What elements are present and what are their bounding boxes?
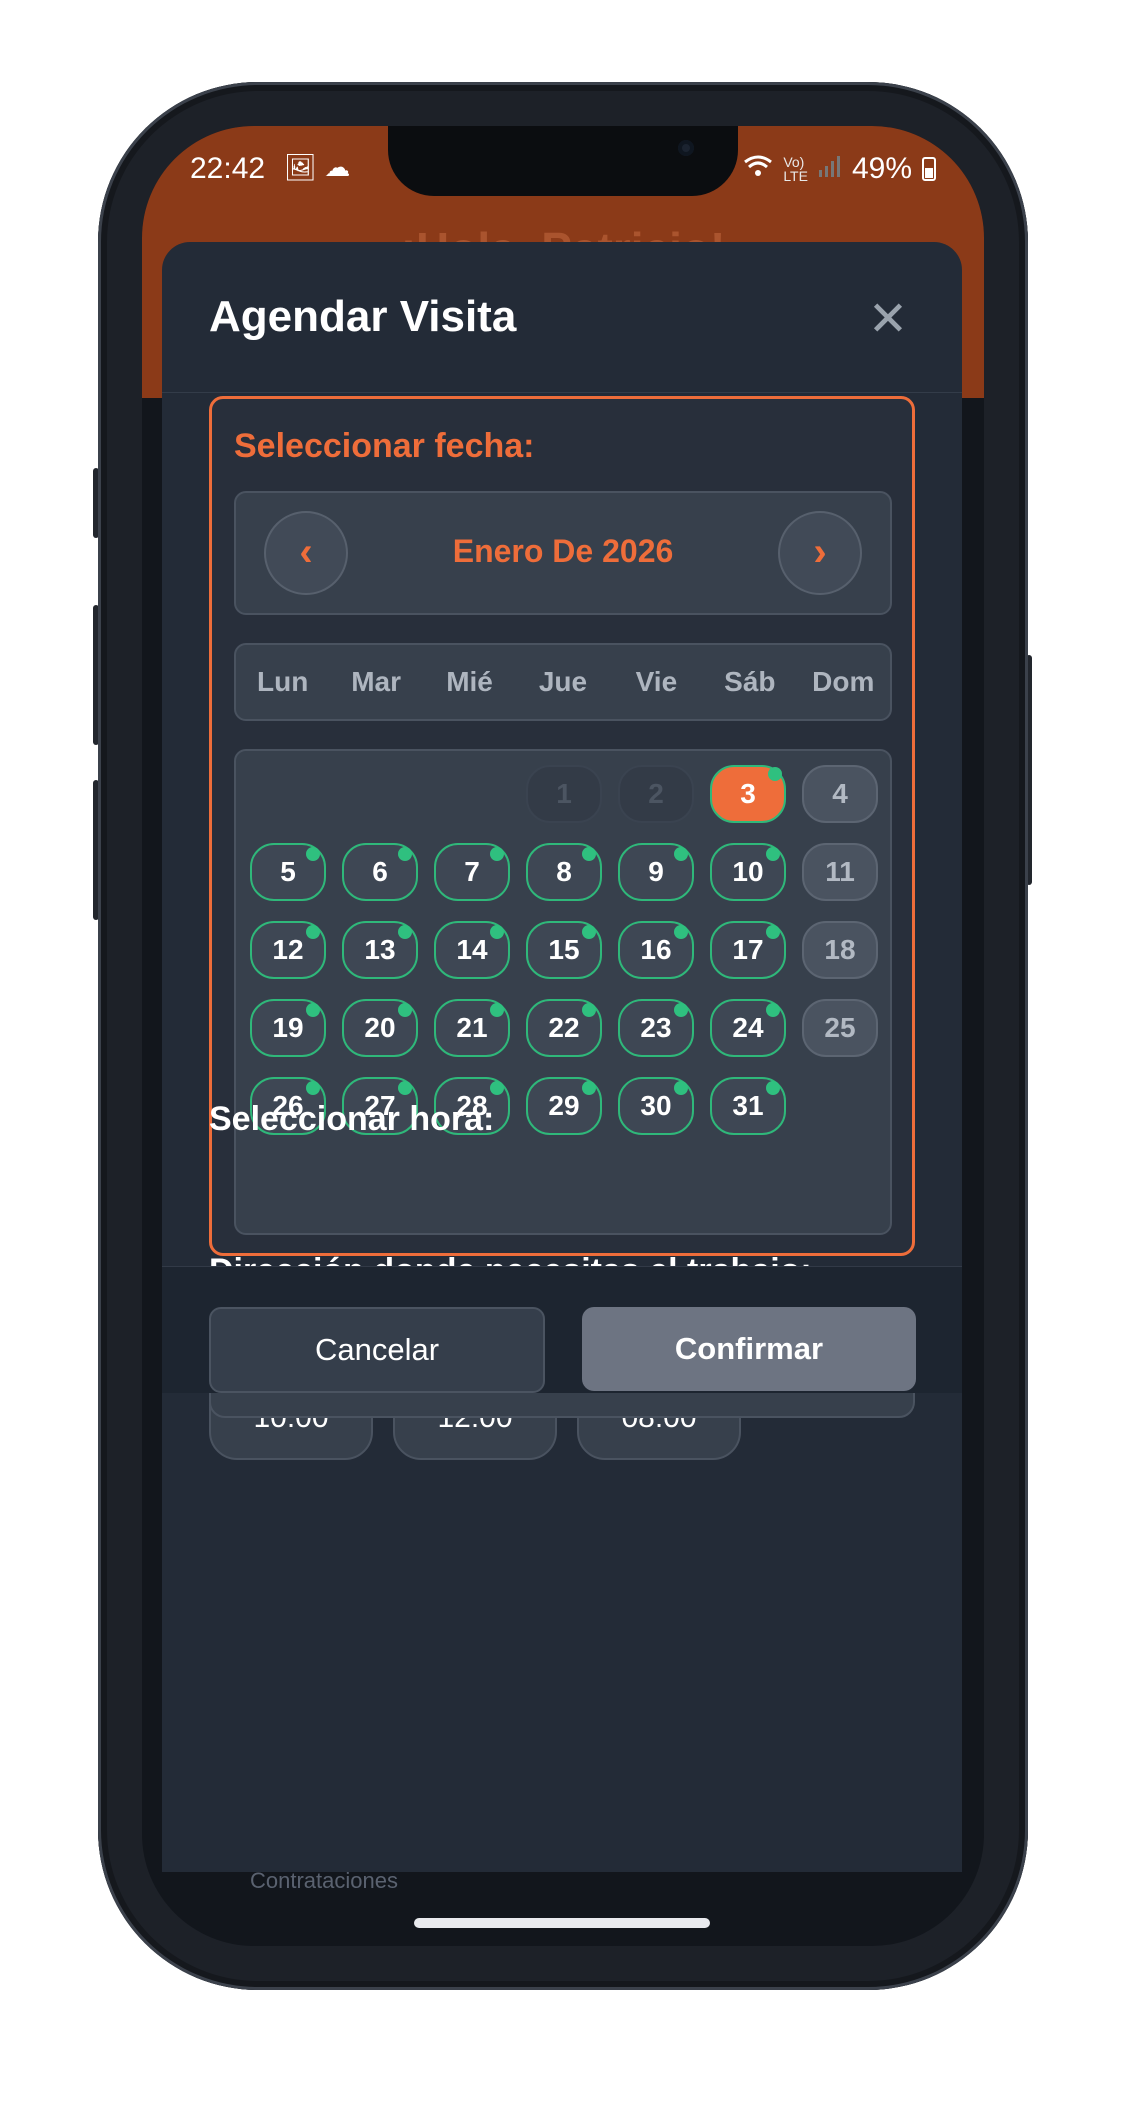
calendar-day-available[interactable]: 8 xyxy=(526,843,602,901)
calendar-day-available[interactable]: 7 xyxy=(434,843,510,901)
calendar-day-available[interactable]: 16 xyxy=(618,921,694,979)
battery-percent: 49% xyxy=(851,152,912,185)
calendar-day-available[interactable]: 13 xyxy=(342,921,418,979)
calendar-day-past: 1 xyxy=(526,765,602,823)
calendar-day-available[interactable]: 23 xyxy=(618,999,694,1057)
cancel-button[interactable]: Cancelar xyxy=(209,1307,545,1393)
volte-indicator: Vo) LTE xyxy=(783,154,808,184)
calendar-day-unavailable: 18 xyxy=(802,921,878,979)
calendar-day-available[interactable]: 20 xyxy=(342,999,418,1057)
calendar-day-unavailable: 11 xyxy=(802,843,878,901)
home-indicator xyxy=(414,1918,710,1928)
close-icon[interactable]: ✕ xyxy=(862,294,914,346)
weekday-label: Mar xyxy=(351,666,402,697)
schedule-visit-modal: Agendar Visita ✕ Seleccionar fecha: ‹ En… xyxy=(162,242,962,1872)
date-section-label: Seleccionar fecha: xyxy=(234,427,535,465)
wifi-icon xyxy=(743,152,773,186)
calendar-day-available[interactable]: 10 xyxy=(710,843,786,901)
calendar-day-available[interactable]: 30 xyxy=(618,1077,694,1135)
modal-title: Agendar Visita xyxy=(209,292,517,341)
weekday-label: Lun xyxy=(257,666,309,697)
calendar-day-available[interactable]: 21 xyxy=(434,999,510,1057)
calendar-day-available[interactable]: 24 xyxy=(710,999,786,1057)
calendar-day-available[interactable]: 6 xyxy=(342,843,418,901)
calendar-day-available[interactable]: 9 xyxy=(618,843,694,901)
day-grid: 1 2 3 4 5 6 7 8 9 10 11 12 13 14 15 16 17 18 19 20 21 22 23 24 2… xyxy=(250,765,880,1135)
weekday-label: Jue xyxy=(538,666,588,697)
front-camera xyxy=(678,140,694,156)
calendar-day-available[interactable]: 5 xyxy=(250,843,326,901)
phone-screen: ¡Hola, Patricio! Contrataciones 22:42 🖼 … xyxy=(142,126,984,1946)
calendar-day-available[interactable]: 22 xyxy=(526,999,602,1057)
calendar-day-available[interactable]: 31 xyxy=(710,1077,786,1135)
status-time: 22:42 xyxy=(190,152,266,185)
notification-icons: 🖼 ☁ xyxy=(284,152,351,182)
status-right-group: Vo) LTE 49% xyxy=(743,152,936,186)
calendar-day-available[interactable]: 15 xyxy=(526,921,602,979)
weekday-label: Sáb xyxy=(724,666,776,697)
calendar-day-selected[interactable]: 3 xyxy=(710,765,786,823)
calendar-day-available[interactable]: 14 xyxy=(434,921,510,979)
calendar-day-available[interactable]: 12 xyxy=(250,921,326,979)
calendar-empty-cell xyxy=(342,765,418,823)
signal-icon xyxy=(818,152,842,186)
modal-footer: Cancelar Confirmar xyxy=(162,1266,962,1393)
weekday-label: Mié xyxy=(446,666,493,697)
weekday-header: Lun Mar Mié Jue Vie Sáb Dom xyxy=(234,643,892,721)
calendar-grid: 1 2 3 4 5 6 7 8 9 10 11 12 13 14 15 16 17 18 19 20 21 22 23 24 2… xyxy=(234,749,892,1235)
calendar-empty-cell xyxy=(434,765,510,823)
calendar-day-available[interactable]: 19 xyxy=(250,999,326,1057)
calendar-day-unavailable: 4 xyxy=(802,765,878,823)
calendar-day-available[interactable]: 29 xyxy=(526,1077,602,1135)
battery-icon xyxy=(922,157,936,181)
time-section-label: Seleccionar hora: xyxy=(209,1100,495,1138)
weekday-label: Dom xyxy=(812,666,875,697)
calendar-empty-cell xyxy=(250,765,326,823)
camera-notch xyxy=(388,126,738,196)
confirm-button[interactable]: Confirmar xyxy=(582,1307,916,1391)
weekday-label: Vie xyxy=(635,666,678,697)
month-navigator: ‹ Enero De 2026 › xyxy=(234,491,892,615)
calendar-day-past: 2 xyxy=(618,765,694,823)
calendar-day-available[interactable]: 17 xyxy=(710,921,786,979)
next-month-button[interactable]: › xyxy=(778,511,862,595)
modal-header: Agendar Visita ✕ xyxy=(162,242,962,393)
calendar-day-unavailable: 25 xyxy=(802,999,878,1057)
